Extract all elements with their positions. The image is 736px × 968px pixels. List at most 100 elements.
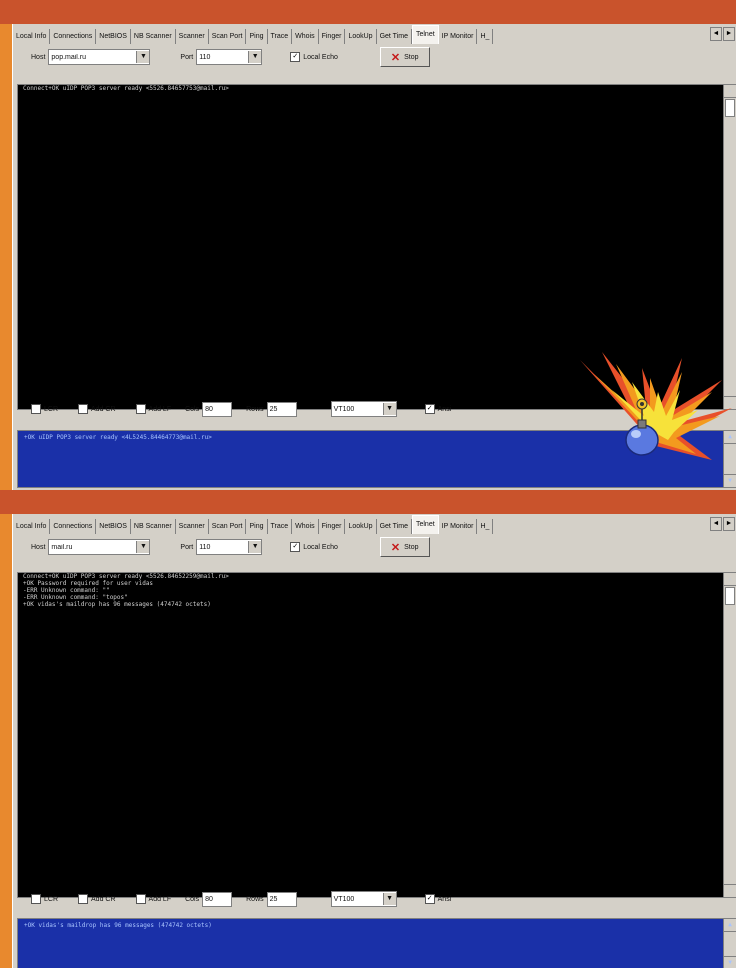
scrollbar-thumb[interactable]	[725, 99, 735, 117]
checkmark-icon: ✓	[424, 404, 435, 414]
host-combobox[interactable]: pop.mail.ru ▼	[48, 49, 151, 65]
tab-connections[interactable]: Connections	[50, 519, 97, 534]
checkbox-empty-icon	[78, 404, 89, 414]
chevron-down-icon[interactable]: ▼	[136, 51, 150, 63]
tab-finger[interactable]: Finger	[319, 29, 346, 44]
scroll-up-arrow-icon[interactable]: ▲	[724, 85, 736, 98]
add-lf-checkbox[interactable]: Add LF	[135, 894, 171, 904]
tab-whois[interactable]: Whois	[292, 29, 319, 44]
left-orange-strip	[0, 24, 12, 490]
terminal-type-value: VT100	[333, 405, 355, 413]
tab-nb-scanner[interactable]: NB Scanner	[131, 29, 176, 44]
tab-netbios[interactable]: NetBIOS	[96, 519, 131, 534]
ansi-label: Ansi	[437, 895, 452, 903]
checkbox-empty-icon	[135, 404, 146, 414]
tab-ping[interactable]: Ping	[246, 519, 268, 534]
connection-toolbar: Host pop.mail.ru ▼ Port 110 ▼ ✓ Local Ec…	[13, 46, 736, 68]
local-echo-checkbox[interactable]: ✓ Local Echo	[290, 542, 338, 552]
scroll-down-arrow-icon[interactable]: ▼	[724, 474, 736, 487]
tab-h[interactable]: H_	[477, 29, 494, 44]
tab-get-time[interactable]: Get Time	[377, 29, 412, 44]
tab-local-info[interactable]: Local Info	[13, 29, 51, 44]
chevron-down-icon[interactable]: ▼	[248, 51, 262, 63]
tab-scroll-right-button[interactable]: ►	[723, 27, 735, 41]
stop-button[interactable]: ✕ Stop	[379, 537, 430, 557]
rows-input[interactable]: 25	[266, 401, 297, 417]
tab-whois[interactable]: Whois	[292, 519, 319, 534]
cols-input[interactable]: 80	[202, 401, 233, 417]
tab-scroll-left-button[interactable]: ◄	[710, 27, 722, 41]
tab-scan-port[interactable]: Scan Port	[209, 519, 247, 534]
tab-telnet[interactable]: Telnet	[411, 515, 439, 534]
add-cr-label: Add CR	[91, 405, 116, 413]
lcr-checkbox[interactable]: LCR	[31, 894, 58, 904]
ansi-checkbox[interactable]: ✓ Ansi	[424, 894, 452, 904]
tab-scroll-right-button[interactable]: ►	[723, 517, 735, 531]
tab-trace[interactable]: Trace	[268, 519, 293, 534]
host-combobox[interactable]: mail.ru ▼	[48, 539, 151, 555]
chevron-down-icon[interactable]: ▼	[382, 893, 396, 905]
tab-netbios[interactable]: NetBIOS	[96, 29, 131, 44]
lcr-label: LCR	[44, 895, 59, 903]
local-echo-checkbox[interactable]: ✓ Local Echo	[290, 52, 338, 62]
terminal-type-combobox[interactable]: VT100 ▼	[330, 401, 397, 417]
port-value: 110	[199, 543, 211, 551]
tab-scanner[interactable]: Scanner	[176, 29, 209, 44]
tab-get-time[interactable]: Get Time	[377, 519, 412, 534]
tab-lookup[interactable]: LookUp	[345, 29, 377, 44]
send-input-area[interactable]: +OK vidas's maildrop has 96 messages (47…	[17, 918, 736, 968]
rows-label: Rows	[246, 405, 264, 413]
scrollbar-thumb[interactable]	[725, 587, 735, 605]
tab-lookup[interactable]: LookUp	[345, 519, 377, 534]
chevron-down-icon[interactable]: ▼	[382, 403, 396, 415]
checkbox-empty-icon	[31, 404, 41, 414]
rows-input[interactable]: 25	[266, 891, 297, 907]
ansi-checkbox[interactable]: ✓ Ansi	[424, 404, 451, 414]
terminal-line: Connect+OK uIDP POP3 server ready <5526.…	[23, 85, 229, 92]
tab-h[interactable]: H_	[477, 519, 494, 534]
send-scrollbar[interactable]: ▲ ▼	[723, 919, 736, 968]
cols-label: Cols	[185, 405, 200, 413]
tab-scroll-left-button[interactable]: ◄	[710, 517, 722, 531]
tab-local-info[interactable]: Local Info	[13, 519, 51, 534]
chevron-down-icon[interactable]: ▼	[136, 541, 150, 553]
terminal-type-combobox[interactable]: VT100 ▼	[330, 891, 397, 907]
connection-toolbar: Host mail.ru ▼ Port 110 ▼ ✓ Local Echo ✕…	[13, 536, 736, 558]
scroll-up-arrow-icon[interactable]: ▲	[724, 573, 736, 586]
port-label: Port	[180, 543, 194, 551]
tab-ip-monitor[interactable]: IP Monitor	[439, 29, 478, 44]
stop-button[interactable]: ✕ Stop	[379, 47, 430, 67]
scroll-up-arrow-icon[interactable]: ▲	[724, 919, 736, 932]
add-cr-checkbox[interactable]: Add CR	[78, 894, 116, 904]
add-lf-label: Add LF	[148, 405, 172, 413]
add-lf-checkbox[interactable]: Add LF	[135, 404, 172, 414]
tab-connections[interactable]: Connections	[50, 29, 97, 44]
terminal-line: +OK Password required for user vidas	[23, 580, 154, 587]
tab-scan-port[interactable]: Scan Port	[209, 29, 247, 44]
terminal-output[interactable]: Connect+OK uIDP POP3 server ready <5526.…	[17, 572, 736, 898]
tab-finger[interactable]: Finger	[319, 519, 346, 534]
scroll-down-arrow-icon[interactable]: ▼	[724, 956, 736, 968]
tab-scanner[interactable]: Scanner	[176, 519, 209, 534]
cols-label: Cols	[185, 895, 200, 903]
stop-label: Stop	[404, 53, 419, 61]
tab-telnet[interactable]: Telnet	[411, 25, 439, 44]
host-value: mail.ru	[51, 543, 73, 551]
left-orange-strip	[0, 514, 12, 968]
tab-ping[interactable]: Ping	[246, 29, 268, 44]
tab-scroll-buttons: ◄ ►	[710, 517, 735, 531]
terminal-scrollbar[interactable]: ▲ ▼	[723, 573, 736, 897]
port-value: 110	[199, 53, 211, 61]
tab-ip-monitor[interactable]: IP Monitor	[439, 519, 478, 534]
checkbox-empty-icon	[78, 894, 89, 904]
chevron-down-icon[interactable]: ▼	[248, 541, 262, 553]
checkmark-icon: ✓	[290, 52, 301, 62]
lcr-checkbox[interactable]: LCR	[31, 404, 58, 414]
tab-trace[interactable]: Trace	[268, 29, 293, 44]
add-cr-checkbox[interactable]: Add CR	[78, 404, 116, 414]
cols-input[interactable]: 80	[202, 891, 233, 907]
port-combobox[interactable]: 110 ▼	[196, 49, 263, 65]
tab-nb-scanner[interactable]: NB Scanner	[131, 519, 176, 534]
terminal-line: -ERR Unknown command: ""	[23, 587, 110, 594]
port-combobox[interactable]: 110 ▼	[196, 539, 263, 555]
